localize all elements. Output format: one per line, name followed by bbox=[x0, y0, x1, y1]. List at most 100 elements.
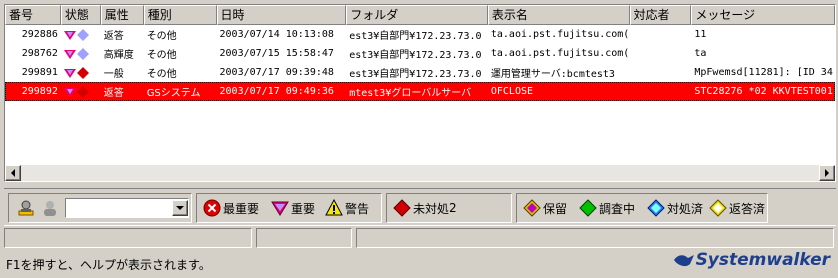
cell-display-name: ta.aoi.pst.fujitsu.com( bbox=[490, 48, 630, 59]
cell-datetime: 2003/07/17 09:39:48 bbox=[219, 67, 334, 78]
table-row[interactable]: 298762 高輝度 その他 2003/07/15 15:58:47 est3¥自部門¥… bbox=[5, 44, 835, 63]
handled-icon bbox=[647, 199, 665, 217]
critical-label: 最重要 bbox=[223, 201, 260, 216]
message-list[interactable]: 番号 状態 属性 種別 日時 フォルダ 表示名 対応者 メッセージ 292886… bbox=[4, 4, 836, 182]
list-header: 番号 状態 属性 種別 日時 フォルダ 表示名 対応者 メッセージ bbox=[5, 5, 835, 25]
cell-number: 299891 bbox=[21, 67, 58, 78]
operator-icon[interactable] bbox=[15, 197, 37, 219]
toolbar-group-severity: 最重要 重要 警告 bbox=[196, 193, 382, 223]
horizontal-scrollbar[interactable] bbox=[5, 165, 835, 181]
filter-unhandled-button[interactable]: 未対処 2 bbox=[393, 197, 457, 219]
brand-icon bbox=[673, 255, 694, 267]
col-number[interactable]: 番号 bbox=[5, 5, 61, 25]
unhandled-icon bbox=[76, 85, 89, 98]
cell-message: MpFwemsd[11281]: [ID 34 bbox=[694, 67, 833, 78]
replied-label: 返答済 bbox=[729, 201, 766, 216]
unhandled-icon bbox=[76, 47, 89, 60]
brand-name: Systemwalker bbox=[695, 250, 830, 270]
status-pane-3 bbox=[356, 228, 834, 248]
replied-icon bbox=[709, 199, 727, 217]
important-icon bbox=[63, 49, 76, 59]
critical-icon bbox=[203, 199, 221, 217]
pending-icon bbox=[523, 199, 541, 217]
filter-handled-button[interactable]: 対処済 bbox=[647, 197, 703, 219]
user-icon[interactable] bbox=[39, 197, 61, 219]
investigating-icon bbox=[579, 199, 597, 217]
toolbar-group-view bbox=[8, 193, 192, 223]
warning-icon bbox=[325, 199, 343, 216]
toolbar-group-unhandled: 未対処 2 bbox=[386, 193, 512, 223]
important-icon bbox=[63, 87, 76, 97]
col-display-name[interactable]: 表示名 bbox=[487, 5, 630, 25]
important-icon bbox=[271, 201, 289, 216]
col-message[interactable]: メッセージ bbox=[691, 5, 835, 25]
col-type[interactable]: 種別 bbox=[143, 5, 217, 25]
important-icon bbox=[63, 30, 76, 40]
cell-type: GSシステム bbox=[146, 88, 201, 99]
cell-attribute: 返答 bbox=[103, 31, 124, 42]
col-status[interactable]: 状態 bbox=[60, 5, 101, 25]
toolbar-group-response: 保留 調査中 対処済 返答済 bbox=[516, 193, 768, 223]
pending-label: 保留 bbox=[543, 201, 568, 216]
cell-attribute: 一般 bbox=[103, 69, 124, 80]
cell-datetime: 2003/07/14 10:13:08 bbox=[219, 29, 334, 40]
table-row[interactable]: 292886 返答 その他 2003/07/14 10:13:08 est3¥自部門¥1… bbox=[5, 25, 835, 44]
handled-label: 対処済 bbox=[667, 201, 704, 216]
warning-label: 警告 bbox=[345, 201, 370, 216]
cell-type: その他 bbox=[146, 69, 177, 80]
cell-display-name: ta.aoi.pst.fujitsu.com( bbox=[490, 29, 630, 40]
col-folder[interactable]: フォルダ bbox=[346, 5, 488, 25]
cell-datetime: 2003/07/15 15:58:47 bbox=[219, 48, 334, 59]
cell-number: 298762 bbox=[21, 48, 58, 59]
filter-pending-button[interactable]: 保留 bbox=[523, 197, 567, 219]
systemwalker-logo: Systemwalker bbox=[672, 250, 830, 270]
status-pane-1 bbox=[4, 228, 252, 248]
investigating-label: 調査中 bbox=[599, 201, 636, 216]
filter-combo[interactable] bbox=[65, 198, 189, 218]
filter-warning-button[interactable]: 警告 bbox=[325, 197, 369, 219]
col-handler[interactable]: 対応者 bbox=[629, 5, 692, 25]
cell-type: その他 bbox=[146, 31, 177, 42]
cell-folder: est3¥自部門¥172.23.73.0 bbox=[349, 69, 482, 80]
col-attribute[interactable]: 属性 bbox=[100, 5, 144, 25]
status-pane-2 bbox=[256, 228, 352, 248]
scroll-right-button[interactable] bbox=[819, 165, 835, 181]
cell-number: 292886 bbox=[21, 29, 58, 40]
unhandled-count: 2 bbox=[449, 201, 457, 215]
cell-message: ta bbox=[694, 48, 707, 59]
cell-folder: mtest3¥グローバルサーバ bbox=[349, 88, 472, 99]
cell-folder: est3¥自部門¥172.23.73.0 bbox=[349, 31, 482, 42]
list-rows: 292886 返答 その他 2003/07/14 10:13:08 est3¥自部門¥1… bbox=[5, 25, 835, 101]
cell-datetime: 2003/07/17 09:49:36 bbox=[219, 86, 334, 97]
table-row[interactable]: 299891 一般 その他 2003/07/17 09:39:48 est3¥自部門¥1… bbox=[5, 63, 835, 82]
table-row[interactable]: 299892 返答 GSシステム 2003/07/17 09:49:36 mtest3¥… bbox=[5, 82, 835, 101]
cell-number: 299892 bbox=[21, 86, 58, 97]
cell-status bbox=[61, 28, 101, 41]
cell-message: 11 bbox=[694, 29, 707, 40]
scroll-track[interactable] bbox=[21, 165, 819, 181]
unhandled-label: 未対処 bbox=[413, 201, 450, 216]
cell-status bbox=[61, 47, 101, 60]
filter-important-button[interactable]: 重要 bbox=[271, 197, 315, 219]
cell-message: STC28276 *02 KKVTEST001 bbox=[694, 86, 833, 97]
chevron-down-icon[interactable] bbox=[172, 200, 188, 216]
cell-status bbox=[61, 85, 101, 98]
toolbar: 最重要 重要 警告 未対処 2 保留 調査中 対処済 返答済 bbox=[4, 188, 836, 226]
cell-attribute: 高輝度 bbox=[103, 50, 134, 61]
important-icon bbox=[63, 68, 76, 78]
col-datetime[interactable]: 日時 bbox=[216, 5, 347, 25]
help-text: F1を押すと、ヘルプが表示されます。 bbox=[6, 258, 211, 272]
cell-status bbox=[61, 66, 101, 79]
cell-type: その他 bbox=[146, 50, 177, 61]
filter-critical-button[interactable]: 最重要 bbox=[203, 197, 259, 219]
cell-display-name: OFCLOSE bbox=[490, 86, 534, 97]
scroll-left-button[interactable] bbox=[5, 165, 21, 181]
unhandled-icon bbox=[76, 28, 89, 41]
filter-investigating-button[interactable]: 調査中 bbox=[579, 197, 635, 219]
cell-attribute: 返答 bbox=[103, 88, 124, 99]
cell-folder: est3¥自部門¥172.23.73.0 bbox=[349, 50, 482, 61]
filter-replied-button[interactable]: 返答済 bbox=[709, 197, 765, 219]
unhandled-icon bbox=[76, 66, 89, 79]
cell-display-name: 運用管理サーバ:bcmtest3 bbox=[490, 69, 615, 80]
important-label: 重要 bbox=[291, 201, 316, 216]
